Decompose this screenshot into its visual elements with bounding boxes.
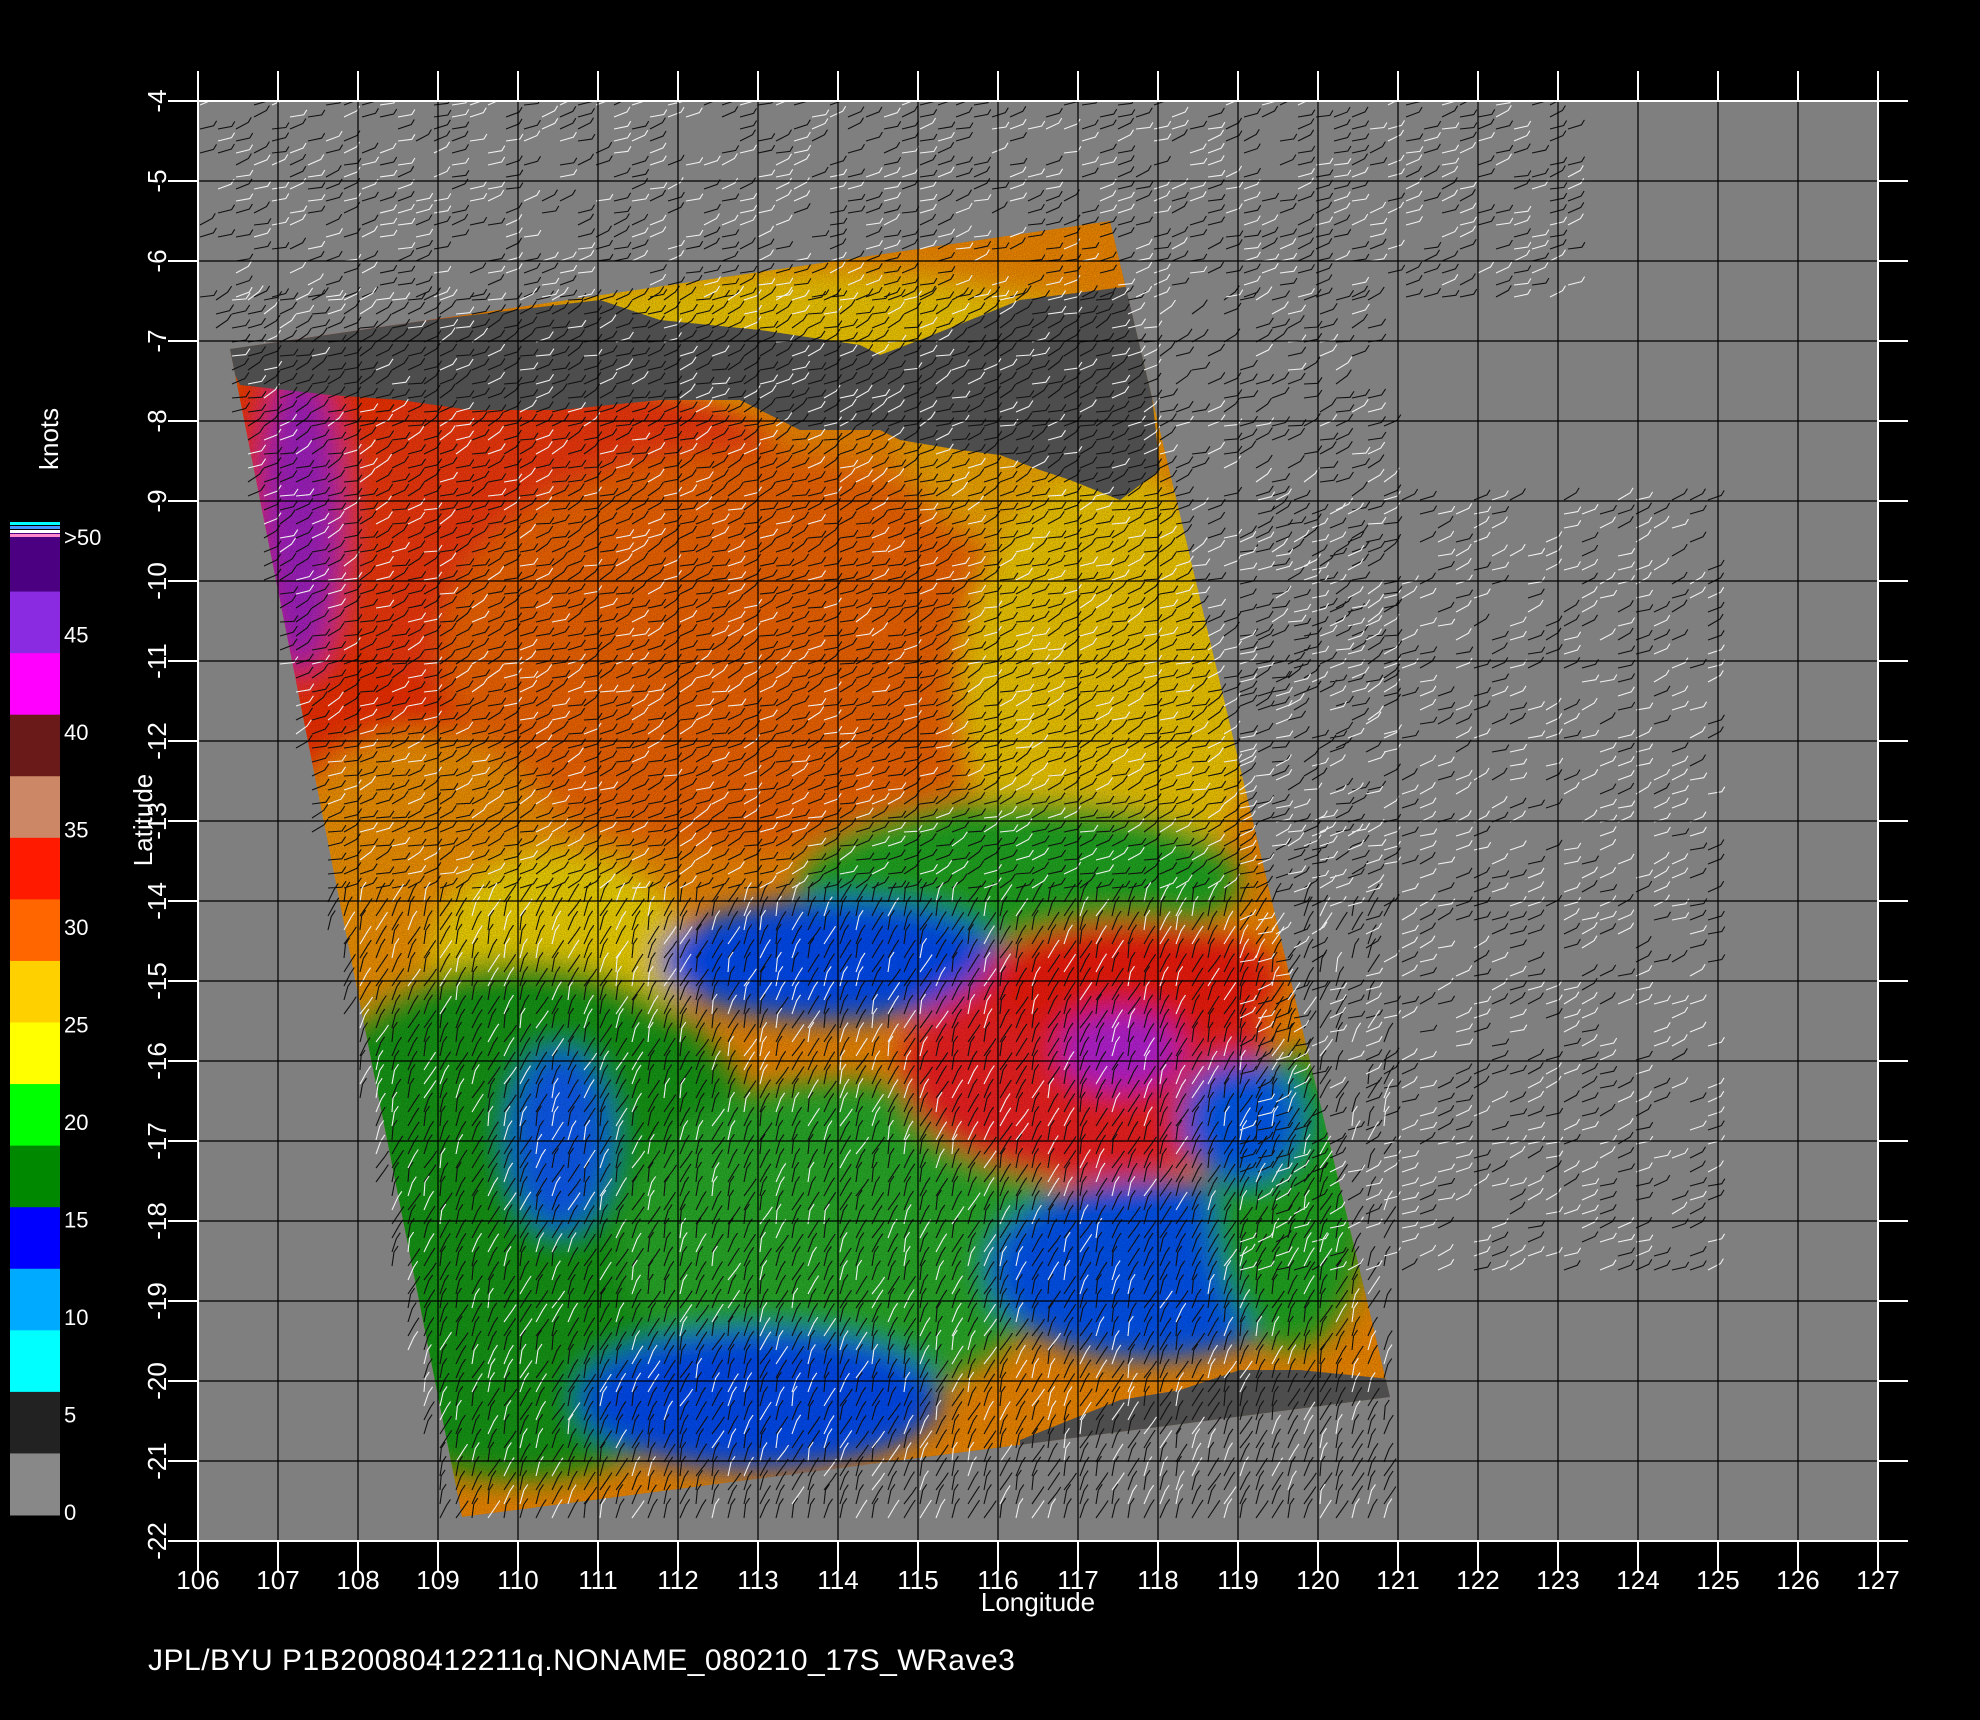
colorbar-label: >50 [64,525,101,550]
y-tick-label: -21 [142,1442,172,1480]
x-tick-label: 107 [256,1565,299,1595]
colorbar-segment [10,653,60,716]
colorbar-segment [10,837,60,900]
y-tick-label: -7 [142,329,172,352]
colorbar-segment [10,1330,60,1393]
y-tick-label: -20 [142,1362,172,1400]
y-tick-label: -4 [142,89,172,112]
colorbar-label: 45 [64,623,88,648]
colorbar-segment [10,530,60,593]
y-tick-label: -12 [142,722,172,760]
colorbar-label: 5 [64,1403,76,1428]
x-tick-label: 108 [336,1565,379,1595]
x-tick-label: 115 [897,1565,938,1595]
colorbar-segment [10,1391,60,1454]
y-tick-label: -11 [142,643,172,679]
y-tick-label: -14 [142,882,172,920]
x-tick-label: 113 [737,1565,778,1595]
x-axis-title: Longitude [981,1587,1095,1617]
colorbar-segment [10,1268,60,1331]
colorbar-label: 0 [64,1500,76,1525]
y-tick-label: -17 [142,1122,172,1160]
colorbar-segment [10,1207,60,1270]
x-tick-label: 126 [1776,1565,1819,1595]
x-tick-label: 121 [1376,1565,1419,1595]
colorbar-top-stripe [10,534,60,537]
colorbar-segment [10,899,60,962]
colorbar-title: knots [34,408,64,470]
y-tick-label: -6 [142,249,172,272]
x-tick-label: 124 [1616,1565,1659,1595]
colorbar-segment [10,1145,60,1208]
y-tick-label: -16 [142,1042,172,1080]
x-tick-label: 122 [1456,1565,1499,1595]
y-tick-label: -15 [142,962,172,1000]
x-tick-label: 109 [416,1565,459,1595]
y-tick-label: -10 [142,562,172,600]
colorbar-label: 20 [64,1110,88,1135]
x-tick-label: 106 [176,1565,219,1595]
y-axis-title: Latitude [128,774,158,867]
y-tick-label: -5 [142,169,172,192]
y-tick-label: -9 [142,489,172,512]
y-tick-label: -18 [142,1202,172,1240]
y-tick-label: -19 [142,1282,172,1320]
x-tick-label: 119 [1217,1565,1258,1595]
x-tick-label: 127 [1856,1565,1899,1595]
colorbar: >50 45 40 35 30 25 20 15 10 5 0 [10,522,101,1525]
x-tick-label: 114 [817,1565,858,1595]
y-tick-label: -22 [142,1522,172,1560]
colorbar-label: 35 [64,818,88,843]
colorbar-label: 15 [64,1208,88,1233]
colorbar-top-stripe [10,522,60,525]
x-tick-label: 125 [1696,1565,1739,1595]
colorbar-segment [10,1453,60,1516]
colorbar-label: 30 [64,915,88,940]
wind-map-figure: 106 107 108 109 110 111 112 113 114 115 116 117 118 1… [10,71,1908,1617]
footer-caption: JPL/BYU P1B20080412211q.NONAME_080210_17… [148,1644,1016,1677]
colorbar-label: 25 [64,1013,88,1038]
colorbar-segment [10,714,60,777]
colorbar-segment [10,960,60,1023]
x-tick-label: 123 [1536,1565,1579,1595]
colorbar-label: 40 [64,720,88,745]
colorbar-segment [10,1022,60,1085]
colorbar-label: 10 [64,1305,88,1330]
x-tick-label: 112 [657,1565,698,1595]
x-tick-label: 118 [1137,1565,1178,1595]
colorbar-segment [10,1084,60,1147]
colorbar-top-stripe [10,530,60,533]
x-tick-label: 120 [1296,1565,1339,1595]
colorbar-segment [10,591,60,654]
colorbar-segment [10,776,60,839]
y-tick-label: -8 [142,409,172,432]
x-tick-label: 111 [578,1565,618,1595]
colorbar-top-stripe [10,526,60,529]
x-tick-label: 110 [497,1565,538,1595]
